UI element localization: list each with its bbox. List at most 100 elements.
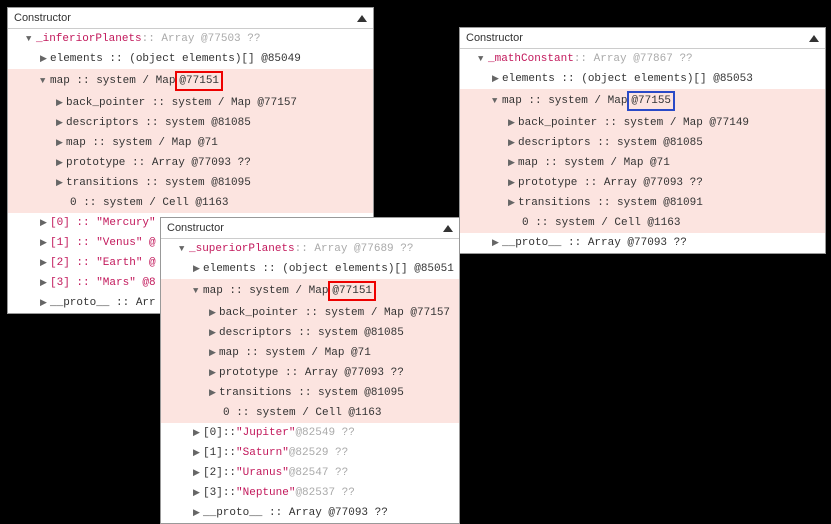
chevron-right-icon[interactable]: ▶ [40, 275, 50, 291]
prototype-node[interactable]: ▶prototype :: Array @77093 ?? [8, 153, 373, 173]
item-label: [3] :: "Mars" @8 [50, 275, 156, 291]
root-node[interactable]: ▼ _inferiorPlanets :: Array @77503 ?? [8, 29, 373, 49]
collapse-up-icon[interactable] [357, 15, 367, 22]
map-node[interactable]: ▼ map :: system / Map @77151 [161, 279, 459, 303]
cell-node[interactable]: 0 :: system / Cell @1163 [460, 213, 825, 233]
chevron-right-icon[interactable]: ▶ [209, 365, 219, 381]
inner-map-node[interactable]: ▶map :: system / Map @71 [8, 133, 373, 153]
chevron-right-icon[interactable]: ▶ [40, 255, 50, 271]
chevron-right-icon[interactable]: ▶ [492, 71, 502, 87]
node-label: 0 :: system / Cell @1163 [223, 405, 381, 421]
chevron-right-icon[interactable]: ▶ [56, 175, 66, 191]
chevron-right-icon[interactable]: ▶ [508, 155, 518, 171]
panel-math: Constructor ▼ _mathConstant :: Array @77… [459, 27, 826, 254]
chevron-right-icon[interactable]: ▶ [193, 465, 203, 481]
inner-map-node[interactable]: ▶map :: system / Map @71 [460, 153, 825, 173]
panel-title-bar: Constructor [460, 28, 825, 49]
node-label: transitions :: system @81095 [219, 385, 404, 401]
chevron-right-icon[interactable]: ▶ [209, 325, 219, 341]
root-var-name: _superiorPlanets [189, 241, 295, 257]
chevron-down-icon[interactable]: ▼ [193, 283, 203, 299]
transitions-node[interactable]: ▶transitions :: system @81095 [161, 383, 459, 403]
item-sep: :: [223, 465, 236, 481]
map-prefix: map :: system / Map [203, 283, 328, 299]
chevron-right-icon[interactable]: ▶ [193, 425, 203, 441]
proto-label: __proto__ :: Array @77093 ?? [203, 505, 388, 521]
chevron-right-icon[interactable]: ▶ [40, 51, 50, 67]
transitions-node[interactable]: ▶transitions :: system @81091 [460, 193, 825, 213]
chevron-right-icon[interactable]: ▶ [508, 135, 518, 151]
root-suffix: :: Array @77867 ?? [574, 51, 693, 67]
chevron-down-icon[interactable]: ▼ [40, 73, 50, 89]
item-val: "Saturn" [236, 445, 289, 461]
item-tail: @82549 ?? [295, 425, 354, 441]
proto-node[interactable]: ▶__proto__ :: Array @77093 ?? [460, 233, 825, 253]
root-node[interactable]: ▼ _mathConstant :: Array @77867 ?? [460, 49, 825, 69]
back-pointer-node[interactable]: ▶back_pointer :: system / Map @77157 [8, 93, 373, 113]
item-label: [1] :: "Venus" @ [50, 235, 156, 251]
item-label: [0] :: "Mercury" [50, 215, 156, 231]
elements-node[interactable]: ▶ elements :: (object elements)[] @85053 [460, 69, 825, 89]
chevron-right-icon[interactable]: ▶ [508, 175, 518, 191]
cell-node[interactable]: 0 :: system / Cell @1163 [161, 403, 459, 423]
proto-node[interactable]: ▶__proto__ :: Array @77093 ?? [161, 503, 459, 523]
chevron-right-icon[interactable]: ▶ [56, 95, 66, 111]
inner-map-node[interactable]: ▶map :: system / Map @71 [161, 343, 459, 363]
chevron-down-icon[interactable]: ▼ [26, 31, 36, 47]
item-sep: :: [223, 445, 236, 461]
list-item[interactable]: ▶[2] :: "Uranus" @82547 ?? [161, 463, 459, 483]
list-item[interactable]: ▶[1] :: "Saturn" @82529 ?? [161, 443, 459, 463]
transitions-node[interactable]: ▶transitions :: system @81095 [8, 173, 373, 193]
chevron-right-icon[interactable]: ▶ [209, 305, 219, 321]
panel-superior: Constructor ▼ _superiorPlanets :: Array … [160, 217, 460, 524]
elements-node[interactable]: ▶ elements :: (object elements)[] @85051 [161, 259, 459, 279]
chevron-right-icon[interactable]: ▶ [40, 215, 50, 231]
descriptors-node[interactable]: ▶descriptors :: system @81085 [8, 113, 373, 133]
chevron-right-icon[interactable]: ▶ [193, 505, 203, 521]
prototype-node[interactable]: ▶prototype :: Array @77093 ?? [161, 363, 459, 383]
node-label: back_pointer :: system / Map @77157 [66, 95, 297, 111]
back-pointer-node[interactable]: ▶back_pointer :: system / Map @77149 [460, 113, 825, 133]
back-pointer-node[interactable]: ▶back_pointer :: system / Map @77157 [161, 303, 459, 323]
chevron-right-icon[interactable]: ▶ [56, 155, 66, 171]
node-label: back_pointer :: system / Map @77149 [518, 115, 749, 131]
map-node[interactable]: ▼ map :: system / Map @77155 [460, 89, 825, 113]
item-val: "Uranus" [236, 465, 289, 481]
cell-node[interactable]: 0 :: system / Cell @1163 [8, 193, 373, 213]
chevron-right-icon[interactable]: ▶ [193, 485, 203, 501]
item-idx: [1] [203, 445, 223, 461]
chevron-right-icon[interactable]: ▶ [193, 261, 203, 277]
chevron-down-icon[interactable]: ▼ [478, 51, 488, 67]
chevron-right-icon[interactable]: ▶ [193, 445, 203, 461]
chevron-right-icon[interactable]: ▶ [492, 235, 502, 251]
descriptors-node[interactable]: ▶descriptors :: system @81085 [161, 323, 459, 343]
elements-node[interactable]: ▶ elements :: (object elements)[] @85049 [8, 49, 373, 69]
chevron-right-icon[interactable]: ▶ [56, 135, 66, 151]
map-node[interactable]: ▼ map :: system / Map @77151 [8, 69, 373, 93]
chevron-down-icon[interactable]: ▼ [179, 241, 189, 257]
proto-label: __proto__ :: Array @77093 ?? [502, 235, 687, 251]
node-label: map :: system / Map @71 [66, 135, 218, 151]
chevron-right-icon[interactable]: ▶ [40, 295, 50, 311]
elements-label: elements :: (object elements)[] @85051 [203, 261, 454, 277]
descriptors-node[interactable]: ▶descriptors :: system @81085 [460, 133, 825, 153]
chevron-right-icon[interactable]: ▶ [508, 115, 518, 131]
chevron-right-icon[interactable]: ▶ [209, 385, 219, 401]
list-item[interactable]: ▶[3] :: "Neptune" @82537 ?? [161, 483, 459, 503]
chevron-down-icon[interactable]: ▼ [492, 93, 502, 109]
list-item[interactable]: ▶[0] :: "Jupiter" @82549 ?? [161, 423, 459, 443]
chevron-right-icon[interactable]: ▶ [209, 345, 219, 361]
chevron-right-icon[interactable]: ▶ [508, 195, 518, 211]
elements-label: elements :: (object elements)[] @85053 [502, 71, 753, 87]
node-label: 0 :: system / Cell @1163 [522, 215, 680, 231]
collapse-up-icon[interactable] [443, 225, 453, 232]
item-sep: :: [223, 485, 236, 501]
root-node[interactable]: ▼ _superiorPlanets :: Array @77689 ?? [161, 239, 459, 259]
prototype-node[interactable]: ▶prototype :: Array @77093 ?? [460, 173, 825, 193]
chevron-right-icon[interactable]: ▶ [56, 115, 66, 131]
item-val: "Jupiter" [236, 425, 295, 441]
chevron-right-icon[interactable]: ▶ [40, 235, 50, 251]
elements-label: elements :: (object elements)[] @85049 [50, 51, 301, 67]
item-label: [2] :: "Earth" @ [50, 255, 156, 271]
collapse-up-icon[interactable] [809, 35, 819, 42]
